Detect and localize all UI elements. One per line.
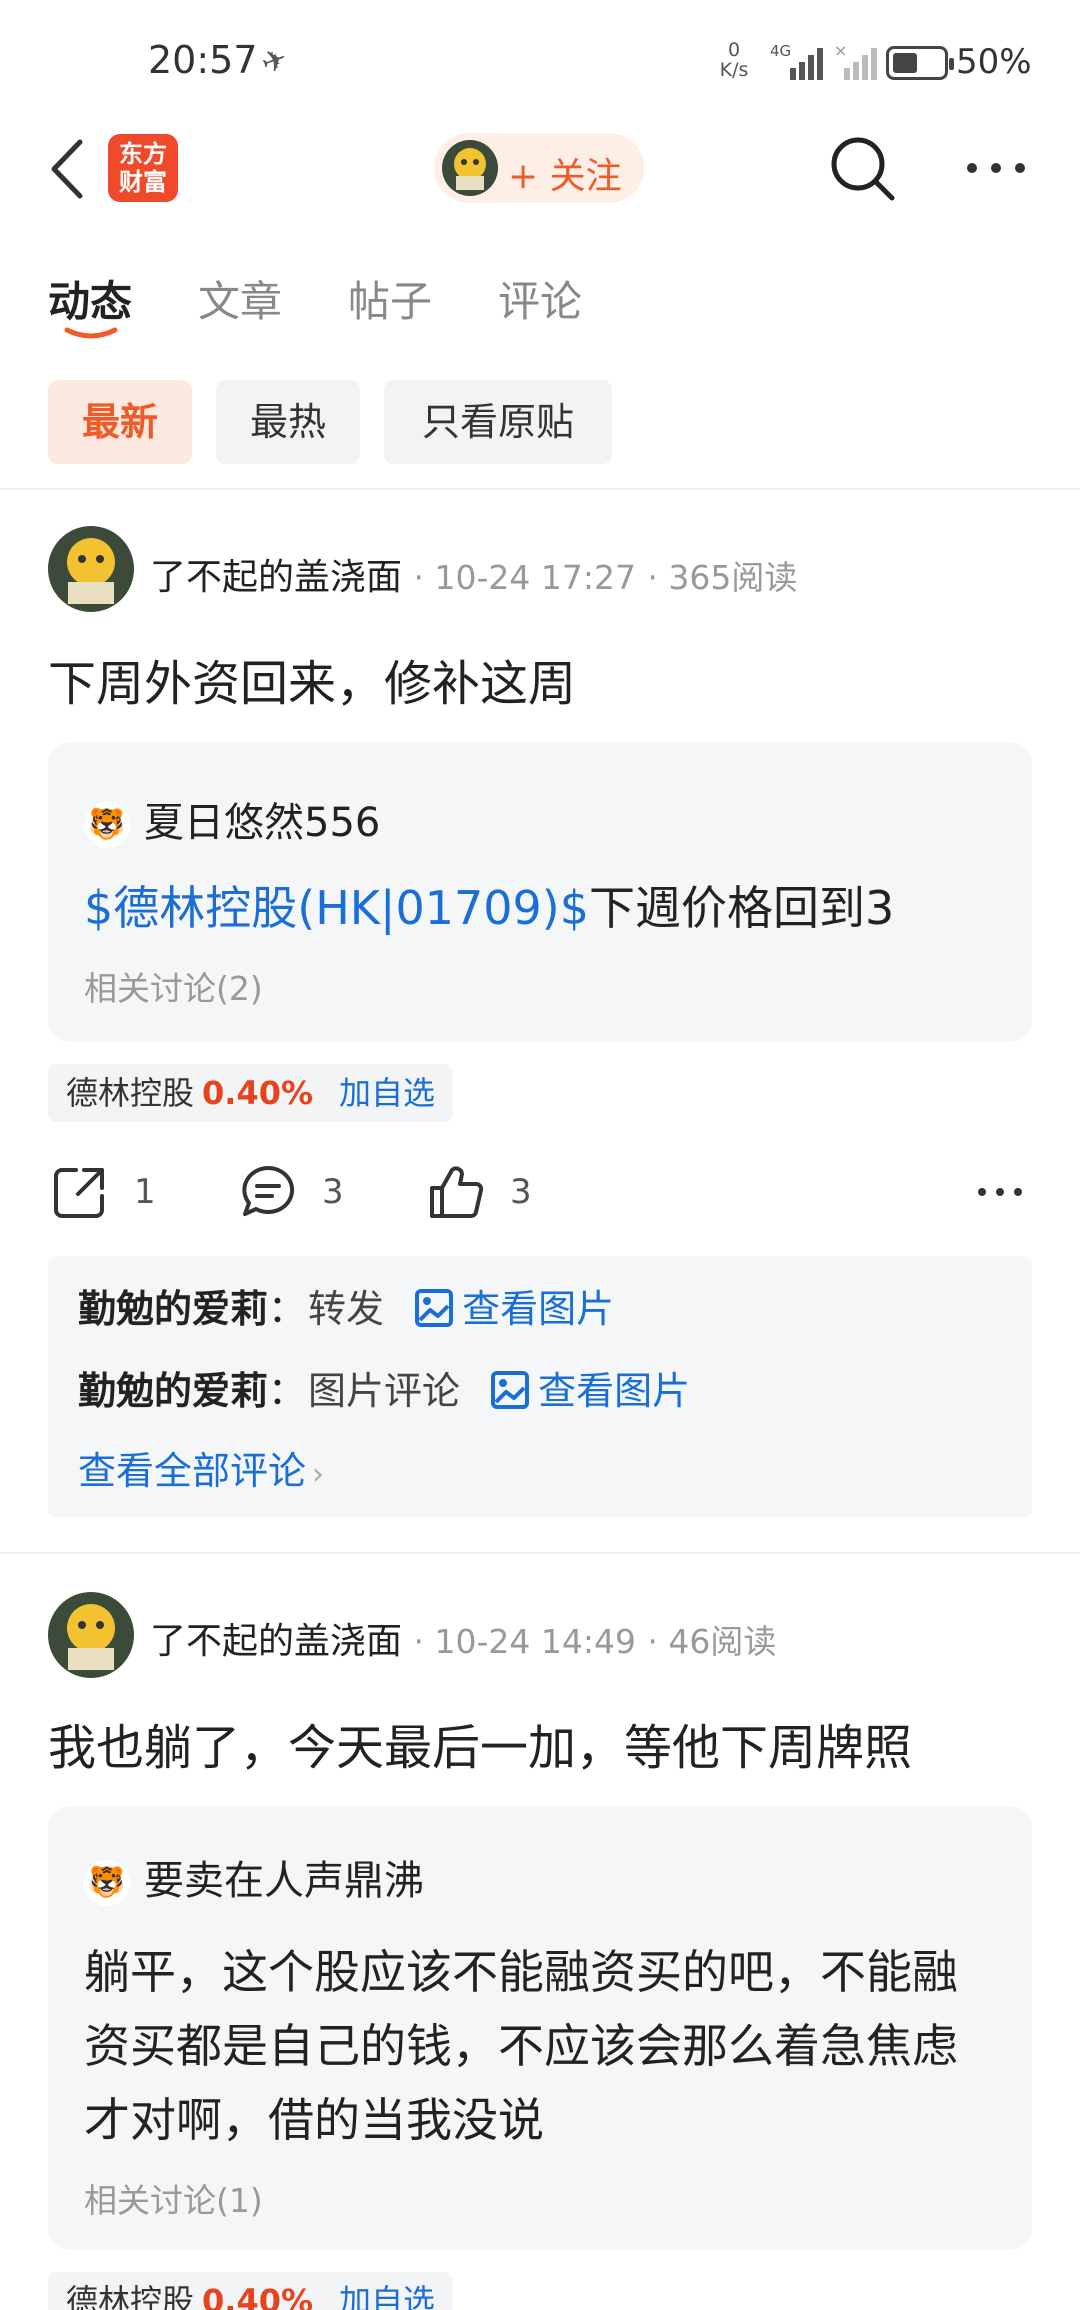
quoted-user-name: 要卖在人声鼎沸 (144, 1858, 424, 1904)
user-avatar-icon: 🐯 (84, 802, 130, 848)
post-time: 10-24 14:49 (434, 1622, 636, 1661)
share-count: 1 (134, 1172, 156, 1212)
more-icon[interactable] (964, 150, 1028, 186)
section-divider (0, 488, 1080, 490)
net-speed: 0 K/s (712, 40, 756, 80)
post-meta: 了不起的盖浇面 · 10-24 14:49 · 46阅读 (150, 1621, 777, 1662)
view-image-label: 查看图片 (538, 1369, 691, 1413)
add-watchlist-button[interactable]: 加自选 (339, 1074, 435, 1112)
signal-4g-icon: 4G (770, 42, 823, 80)
net-speed-value: 0 (727, 39, 741, 61)
stock-link[interactable]: $德林控股(HK|01709)$ (84, 881, 589, 935)
comment-item[interactable]: 勤勉的爱莉：转发 查看图片 (78, 1278, 614, 1333)
comment-user[interactable]: 勤勉的爱莉 (78, 1287, 268, 1331)
logo-line2: 财富 (119, 168, 167, 196)
stock-change: 0.40% (202, 2282, 314, 2310)
quoted-post-card[interactable]: 🐯 要卖在人声鼎沸 躺平，这个股应该不能融资买的吧，不能融 资买都是自己的钱，不应… (48, 1806, 1032, 2250)
stock-name: 德林控股 (66, 2282, 195, 2310)
post-author-avatar[interactable] (48, 1592, 134, 1678)
follow-button[interactable]: + 关注 (434, 133, 644, 203)
tab-dynamic[interactable]: 动态 (48, 268, 132, 329)
post-reads: 365阅读 (668, 558, 798, 597)
battery-percent: 50% (956, 42, 1032, 82)
post-text[interactable]: 我也躺了，今天最后一加，等他下周牌照 (48, 1708, 912, 1778)
comments-preview: 勤勉的爱莉：转发 查看图片 勤勉的爱莉：图片评论 查看图片 查看全部评论 › (48, 1256, 1032, 1518)
quoted-user-name: 夏日悠然556 (144, 800, 381, 846)
comment-text: 图片评论 (308, 1369, 461, 1413)
related-discussions[interactable]: 相关讨论(1) (84, 2174, 263, 2222)
comment-button[interactable]: 3 (240, 1164, 344, 1220)
like-count: 3 (510, 1172, 532, 1212)
comment-text: 转发 (308, 1287, 385, 1331)
signal-label: 4G (770, 42, 791, 60)
thumbs-up-icon (430, 1166, 484, 1218)
stock-name: 德林控股 (66, 1074, 195, 1112)
image-icon (491, 1371, 530, 1409)
app-logo[interactable]: 东方 财富 (108, 134, 178, 202)
filter-hot[interactable]: 最热 (216, 380, 360, 464)
quoted-body: $德林控股(HK|01709)$下週价格回到3 (84, 872, 894, 938)
tab-posts[interactable]: 帖子 (348, 268, 432, 329)
post-author[interactable]: 了不起的盖浇面 (150, 557, 402, 598)
logo-line1: 东方 (119, 140, 167, 168)
view-image-link[interactable]: 查看图片 (490, 1369, 690, 1413)
image-icon (415, 1289, 454, 1327)
tab-articles[interactable]: 文章 (198, 268, 282, 329)
post-author[interactable]: 了不起的盖浇面 (150, 1621, 402, 1662)
view-image-label: 查看图片 (462, 1287, 615, 1331)
view-image-link[interactable]: 查看图片 (414, 1287, 614, 1331)
telegram-icon: ✈ (256, 40, 293, 83)
view-all-comments-link[interactable]: 查看全部评论 › (78, 1440, 324, 1495)
add-watchlist-button[interactable]: 加自选 (339, 2282, 435, 2310)
signal-empty-icon: × (834, 42, 877, 80)
user-avatar-icon: 🐯 (84, 1860, 130, 1906)
quoted-text: 下週价格回到3 (589, 881, 895, 935)
active-tab-indicator (64, 327, 118, 339)
stock-change: 0.40% (202, 1074, 314, 1112)
quoted-post-card[interactable]: 🐯 夏日悠然556 $德林控股(HK|01709)$下週价格回到3 相关讨论(2) (48, 742, 1032, 1042)
comment-separator: ： (268, 1287, 307, 1331)
post-meta: 了不起的盖浇面 · 10-24 17:27 · 365阅读 (150, 557, 798, 598)
follow-label: + 关注 (508, 156, 622, 197)
filter-original-only[interactable]: 只看原贴 (384, 380, 612, 464)
like-button[interactable]: 3 (428, 1164, 532, 1220)
quoted-user[interactable]: 🐯 夏日悠然556 (84, 790, 380, 848)
post-author-avatar[interactable] (48, 526, 134, 612)
comment-icon (242, 1165, 295, 1216)
comment-count: 3 (322, 1172, 344, 1212)
svg-text:×: × (834, 42, 847, 60)
quoted-user[interactable]: 🐯 要卖在人声鼎沸 (84, 1848, 424, 1906)
post-more-icon[interactable] (976, 1182, 1024, 1202)
comment-user[interactable]: 勤勉的爱莉 (78, 1369, 268, 1413)
chevron-right-icon: › (312, 1457, 325, 1492)
comment-separator: ： (268, 1369, 307, 1413)
quoted-text-line: 资买都是自己的钱，不应该会那么着急焦虑 (84, 2019, 958, 2073)
battery-icon (886, 46, 954, 80)
tab-comments[interactable]: 评论 (498, 268, 582, 329)
comment-item[interactable]: 勤勉的爱莉：图片评论 查看图片 (78, 1360, 690, 1415)
quoted-text-line: 才对啊，借的当我没说 (84, 2093, 544, 2147)
search-icon[interactable] (828, 134, 898, 204)
post-reads: 46阅读 (668, 1622, 777, 1661)
net-speed-unit: K/s (719, 59, 749, 81)
post-divider (0, 1552, 1080, 1554)
quoted-text-line: 躺平，这个股应该不能融资买的吧，不能融 (84, 1945, 958, 1999)
view-all-comments-label: 查看全部评论 (78, 1449, 307, 1493)
stock-tag[interactable]: 德林控股 0.40% 加自选 (48, 1064, 454, 1122)
related-discussions[interactable]: 相关讨论(2) (84, 962, 263, 1010)
post-text[interactable]: 下周外资回来，修补这周 (48, 644, 576, 714)
author-avatar (442, 140, 498, 196)
post-time: 10-24 17:27 (434, 558, 636, 597)
status-time: 20:57 (148, 38, 258, 82)
filter-latest[interactable]: 最新 (48, 380, 192, 464)
share-button[interactable]: 1 (52, 1164, 156, 1220)
back-icon[interactable] (44, 134, 92, 204)
stock-tag[interactable]: 德林控股 0.40% 加自选 (48, 2272, 454, 2310)
share-icon (54, 1168, 104, 1218)
status-bar: 20:57 ✈ 0 K/s 4G × 50% (0, 0, 1080, 120)
